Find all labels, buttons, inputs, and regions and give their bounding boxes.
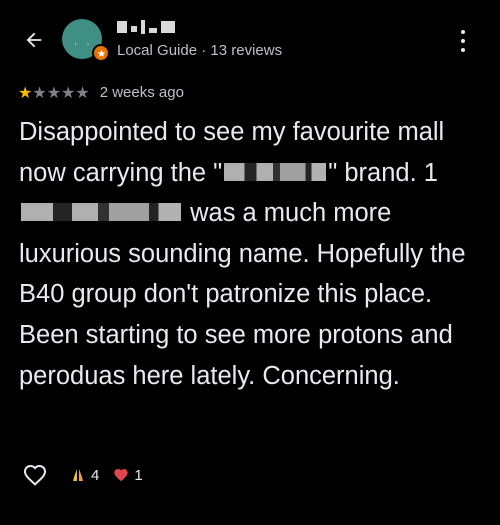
redacted-text — [21, 203, 181, 222]
more-options-button[interactable] — [455, 28, 471, 54]
rating-row: ★★★★★ 2 weeks ago — [18, 84, 184, 101]
arrow-left-icon — [26, 32, 42, 48]
red-heart-icon — [114, 469, 129, 482]
reaction-love[interactable]: 1 — [113, 466, 143, 484]
avatar-initial: . . — [74, 37, 93, 48]
star-filled-icon: ★ — [18, 82, 33, 102]
redacted-text — [224, 162, 327, 181]
star-empty-icon: ★ — [75, 82, 90, 102]
star-rating: ★★★★★ — [18, 82, 90, 102]
reaction-thanks-count: 4 — [91, 466, 100, 484]
actions-row: 4 1 — [22, 462, 143, 488]
folded-hands-icon — [73, 469, 83, 481]
star-empty-icon: ★ — [32, 82, 47, 102]
author-name-redacted[interactable] — [117, 18, 175, 36]
heart-outline-icon — [23, 464, 47, 486]
author-meta: Local Guide · 13 reviews — [117, 42, 283, 59]
review-time: 2 weeks ago — [99, 84, 184, 101]
reaction-love-count: 1 — [134, 466, 143, 484]
more-vert-icon — [461, 30, 465, 34]
star-empty-icon: ★ — [61, 82, 76, 102]
like-button[interactable] — [22, 462, 48, 488]
reaction-thanks[interactable]: 4 — [70, 467, 99, 484]
local-guide-badge-icon — [92, 44, 110, 62]
star-empty-icon: ★ — [46, 82, 62, 102]
review-text: Disappointed to see my favourite mall no… — [19, 118, 466, 390]
back-button[interactable] — [20, 26, 48, 54]
